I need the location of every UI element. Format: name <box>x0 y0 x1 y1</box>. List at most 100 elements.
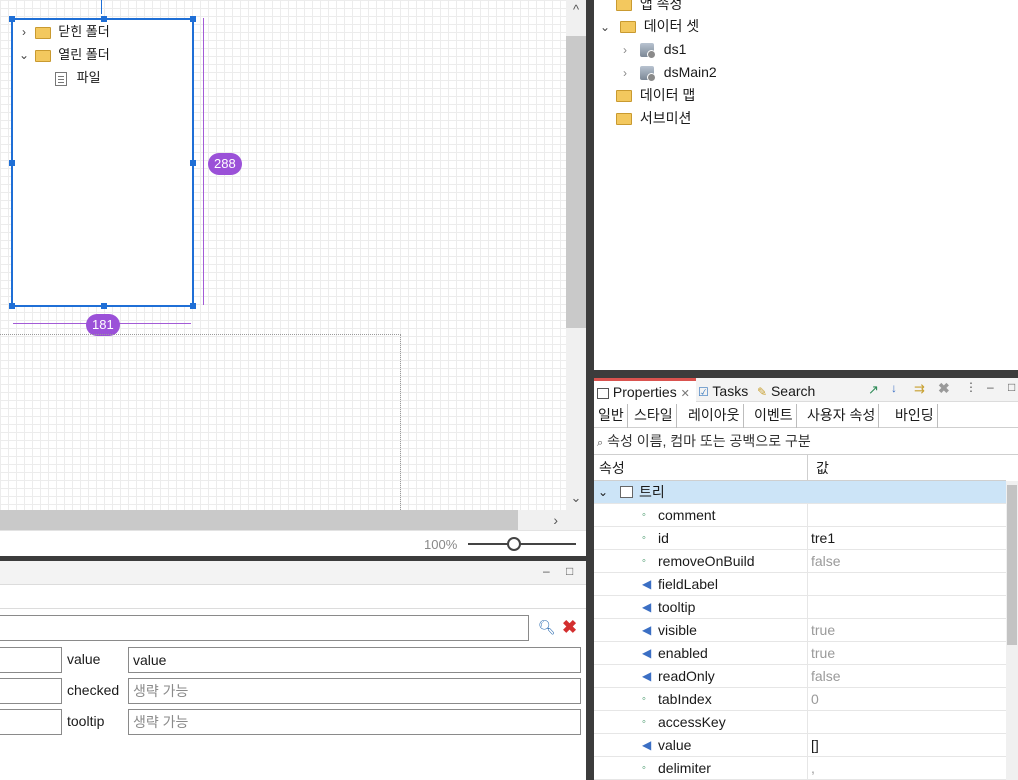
maximize-icon[interactable]: □ <box>1008 380 1015 394</box>
filter-icon[interactable]: ⇉ <box>914 381 925 397</box>
bottom-editor-panel: – □ 🔍︎ ✖ value value checked 생략 가능 toolt… <box>0 561 586 780</box>
key-field[interactable] <box>0 678 62 704</box>
cat-tab-binding[interactable]: 바인딩 <box>892 404 938 428</box>
property-row[interactable]: ◦ tabIndex 0 <box>594 688 1006 711</box>
outline-item-submission[interactable]: 서브미션 <box>616 107 691 129</box>
outline-item-datamap[interactable]: 데이터 맵 <box>616 84 695 106</box>
property-value[interactable]: true <box>811 619 835 641</box>
property-row[interactable]: ◦ id tre1 <box>594 527 1006 550</box>
property-value[interactable]: 0 <box>811 688 819 710</box>
canvas-horizontal-scrollbar[interactable]: › <box>0 510 566 530</box>
outline-item-datasets[interactable]: ⌄ 데이터 셋 <box>598 15 699 37</box>
canvas-vertical-scrollbar[interactable]: ^ ⌄ <box>566 0 586 510</box>
resize-handle[interactable] <box>190 16 196 22</box>
property-search-input[interactable]: ⌕ 속성 이름, 컴마 또는 공백으로 구분 <box>594 429 1018 455</box>
export-icon[interactable]: ↗ <box>868 382 879 398</box>
minimize-icon[interactable]: – <box>987 380 994 394</box>
field-label-value: value <box>67 651 101 667</box>
property-name: accessKey <box>658 714 726 730</box>
tree-node-open[interactable]: ⌄ 열린 폴더 <box>17 45 110 65</box>
column-divider <box>807 757 808 780</box>
outline-item-app-props[interactable]: 앱 속성 <box>616 0 682 15</box>
tab-properties[interactable]: Properties ✕ <box>594 378 696 402</box>
tab-search[interactable]: ✎ Search <box>757 378 815 402</box>
sort-az-icon[interactable]: ↓ <box>891 381 897 395</box>
outline-label: 서브미션 <box>639 110 692 126</box>
tree-node-file[interactable]: 파일 <box>55 68 101 88</box>
tree-component[interactable]: › 닫힌 폴더 ⌄ 열린 폴더 파일 <box>9 16 196 309</box>
filter-input[interactable] <box>0 615 529 641</box>
container-outline[interactable] <box>0 334 401 514</box>
zoom-slider-track[interactable] <box>468 543 576 545</box>
minimize-icon[interactable]: – <box>543 564 550 578</box>
scroll-right-icon[interactable]: › <box>553 510 558 530</box>
outline-item-ds1[interactable]: › ds1 <box>618 38 686 60</box>
property-row[interactable]: ◀ value [] <box>594 734 1006 757</box>
property-row[interactable]: ◦ removeOnBuild false <box>594 550 1006 573</box>
field-label-checked: checked <box>67 682 120 698</box>
property-row[interactable]: ◀ enabled true <box>594 642 1006 665</box>
chevron-right-icon[interactable]: › <box>618 39 632 61</box>
resize-handle[interactable] <box>9 16 15 22</box>
property-value[interactable]: , <box>811 757 815 779</box>
close-icon[interactable]: ✕ <box>681 388 690 400</box>
property-value[interactable]: false <box>811 665 841 687</box>
view-menu-icon[interactable]: ⋮ <box>965 380 977 394</box>
property-name: value <box>658 737 692 753</box>
column-divider[interactable] <box>807 455 808 481</box>
panel-divider[interactable] <box>586 0 594 780</box>
tooltip-field[interactable]: 생략 가능 <box>128 709 581 735</box>
search-icon[interactable]: 🔍︎ <box>538 619 556 636</box>
resize-handle[interactable] <box>101 16 107 22</box>
property-scrollbar[interactable] <box>1006 481 1018 780</box>
tab-tasks[interactable]: ☑ Tasks <box>698 378 748 402</box>
chevron-down-icon[interactable]: ⌄ <box>598 16 612 38</box>
cat-tab-event[interactable]: 이벤트 <box>751 404 797 428</box>
chevron-right-icon[interactable]: › <box>17 22 31 42</box>
key-field[interactable] <box>0 709 62 735</box>
value-field[interactable]: value <box>128 647 581 673</box>
cat-tab-style[interactable]: 스타일 <box>631 404 677 428</box>
tree-node-closed[interactable]: › 닫힌 폴더 <box>17 22 110 42</box>
key-field[interactable] <box>0 647 62 673</box>
scroll-thumb[interactable] <box>1007 485 1017 645</box>
property-group-row[interactable]: ⌄ 트리 <box>594 481 1006 504</box>
maximize-icon[interactable]: □ <box>566 564 573 578</box>
property-row[interactable]: ◦ delimiter, <box>594 757 1006 780</box>
property-row[interactable]: ◦ accessKey <box>594 711 1006 734</box>
property-value[interactable]: [] <box>811 734 819 756</box>
resize-handle[interactable] <box>9 303 15 309</box>
panel-divider[interactable] <box>594 370 1018 378</box>
cat-tab-layout[interactable]: 레이아웃 <box>685 404 744 428</box>
property-value[interactable]: false <box>811 550 841 572</box>
scroll-thumb[interactable] <box>0 510 518 530</box>
property-row[interactable]: ◀ visible true <box>594 619 1006 642</box>
property-row[interactable]: ◀ readOnly false <box>594 665 1006 688</box>
resize-handle[interactable] <box>9 160 15 166</box>
property-value[interactable]: tre1 <box>811 527 835 549</box>
folder-open-icon <box>619 21 636 34</box>
outline-item-dsmain2[interactable]: › dsMain2 <box>618 61 717 83</box>
scroll-up-icon[interactable]: ^ <box>566 0 586 20</box>
zoom-slider-knob[interactable] <box>507 537 521 551</box>
chevron-right-icon[interactable]: › <box>618 62 632 84</box>
outline-panel: 앱 속성 ⌄ 데이터 셋 › ds1 › dsMain2 데이터 맵 서브미션 <box>594 0 1018 370</box>
cat-tab-general[interactable]: 일반 <box>595 404 628 428</box>
resize-handle[interactable] <box>190 303 196 309</box>
scroll-thumb[interactable] <box>566 36 586 328</box>
property-row[interactable]: ◦ comment <box>594 504 1006 527</box>
chevron-down-icon[interactable]: ⌄ <box>598 481 608 503</box>
remove-icon[interactable]: ✖ <box>938 380 950 397</box>
property-row[interactable]: ◀ tooltip <box>594 596 1006 619</box>
category-tabs: 일반 스타일 레이아웃 이벤트 사용자 속성 바인딩 <box>594 402 1018 428</box>
cat-tab-custom[interactable]: 사용자 속성 <box>804 404 880 428</box>
scroll-down-icon[interactable]: ⌄ <box>566 488 586 508</box>
checked-field[interactable]: 생략 가능 <box>128 678 581 704</box>
chevron-down-icon[interactable]: ⌄ <box>17 45 31 65</box>
clear-icon[interactable]: ✖ <box>562 617 577 638</box>
speaker-icon: ◀ <box>642 577 652 591</box>
property-value[interactable]: true <box>811 642 835 664</box>
property-row[interactable]: ◀ fieldLabel <box>594 573 1006 596</box>
resize-handle[interactable] <box>101 303 107 309</box>
resize-handle[interactable] <box>190 160 196 166</box>
